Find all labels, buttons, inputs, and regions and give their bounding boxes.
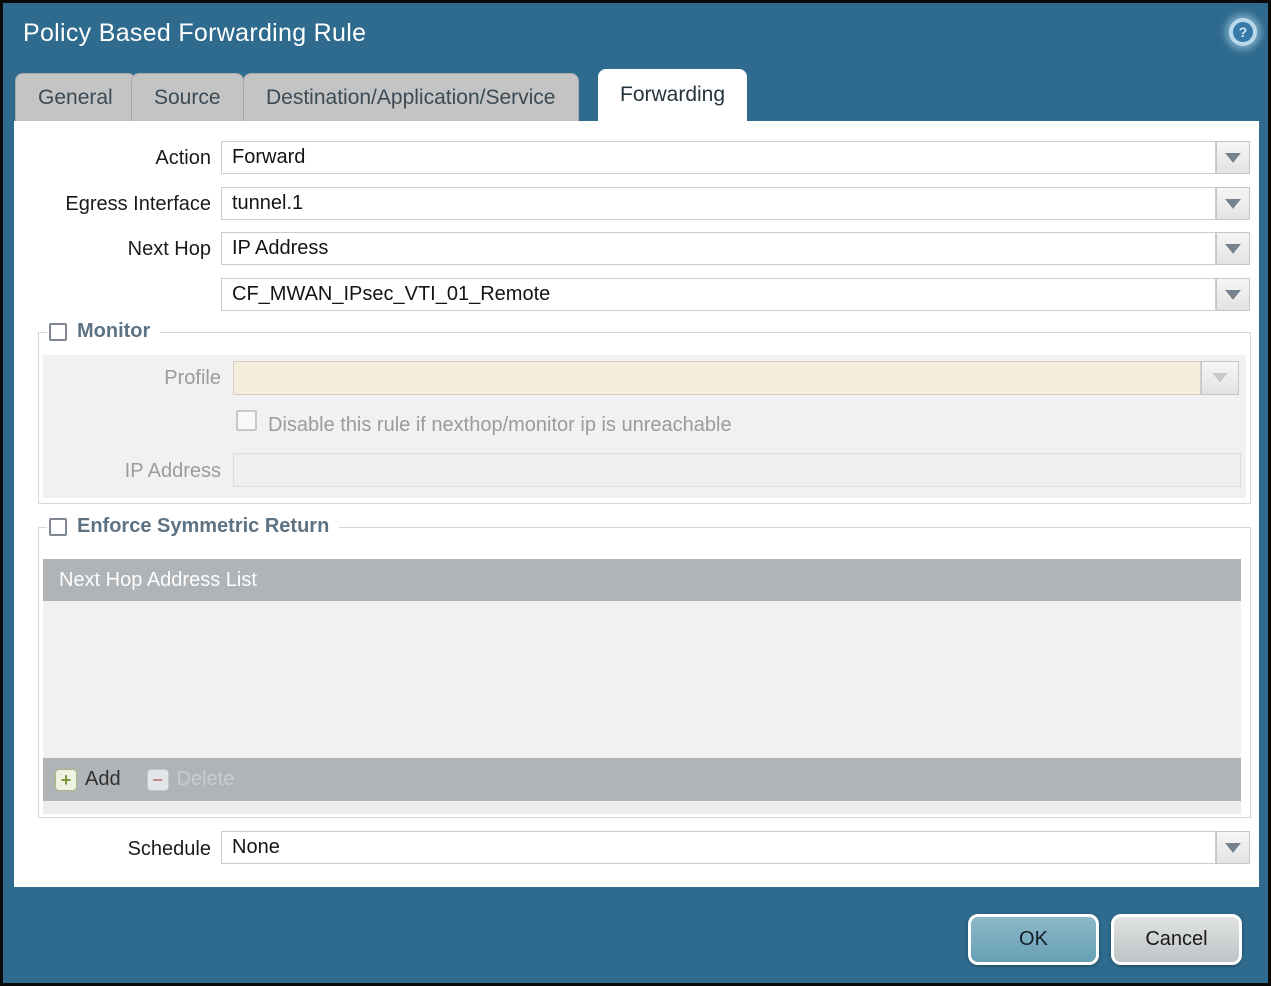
ok-button[interactable]: OK: [968, 914, 1099, 965]
schedule-dropdown-button[interactable]: [1216, 831, 1250, 864]
egress-interface-dropdown-button[interactable]: [1216, 187, 1250, 220]
policy-based-forwarding-rule-dialog: Policy Based Forwarding Rule ? General S…: [0, 0, 1271, 986]
tab-forwarding[interactable]: Forwarding: [598, 69, 748, 121]
chevron-down-icon: [1212, 373, 1228, 383]
tab-general[interactable]: General: [15, 73, 136, 121]
chevron-down-icon: [1225, 152, 1241, 163]
symmetric-return-checkbox[interactable]: [49, 517, 67, 536]
egress-interface-label: Egress Interface: [65, 193, 211, 215]
help-button[interactable]: ?: [1229, 18, 1257, 46]
profile-label: Profile: [164, 367, 221, 389]
disable-rule-checkbox: [236, 410, 257, 431]
egress-interface-select[interactable]: tunnel.1: [221, 187, 1216, 220]
action-label: Action: [155, 147, 211, 169]
next-hop-address-dropdown-button[interactable]: [1216, 278, 1250, 311]
profile-select: [233, 361, 1201, 395]
tab-source[interactable]: Source: [131, 73, 244, 121]
dialog-title: Policy Based Forwarding Rule: [23, 19, 367, 47]
help-icon: ?: [1233, 22, 1253, 42]
chevron-down-icon: [1225, 243, 1241, 254]
symmetric-return-legend: Enforce Symmetric Return: [47, 515, 340, 538]
monitor-legend: Monitor: [47, 320, 161, 343]
symmetric-return-legend-label: Enforce Symmetric Return: [77, 515, 330, 537]
table-bottom-strip: [43, 801, 1241, 814]
next-hop-select[interactable]: IP Address: [221, 232, 1216, 265]
next-hop-address-list-body[interactable]: [43, 601, 1241, 758]
chevron-down-icon: [1225, 289, 1241, 300]
next-hop-address-select[interactable]: CF_MWAN_IPsec_VTI_01_Remote: [221, 278, 1216, 311]
chevron-down-icon: [1225, 198, 1241, 209]
schedule-select[interactable]: None: [221, 831, 1216, 864]
next-hop-label: Next Hop: [127, 238, 211, 260]
monitor-legend-label: Monitor: [77, 320, 151, 342]
add-button[interactable]: + Add: [55, 768, 121, 791]
action-dropdown-button[interactable]: [1216, 141, 1250, 174]
next-hop-dropdown-button[interactable]: [1216, 232, 1250, 265]
profile-dropdown-button: [1201, 361, 1239, 395]
disable-rule-label: Disable this rule if nexthop/monitor ip …: [268, 414, 732, 436]
delete-button-label: Delete: [176, 768, 235, 790]
action-select[interactable]: Forward: [221, 141, 1216, 174]
chevron-down-icon: [1225, 842, 1241, 853]
next-hop-address-list-header: Next Hop Address List: [43, 559, 1241, 601]
delete-button: − Delete: [146, 768, 235, 791]
monitor-checkbox[interactable]: [49, 322, 67, 341]
minus-icon: −: [146, 768, 169, 791]
tab-destination-application-service[interactable]: Destination/Application/Service: [243, 73, 579, 121]
schedule-label: Schedule: [127, 838, 211, 860]
add-button-label: Add: [85, 768, 121, 790]
monitor-ip-address-input: [233, 453, 1241, 487]
cancel-button[interactable]: Cancel: [1111, 914, 1242, 965]
monitor-ip-address-label: IP Address: [124, 460, 221, 482]
next-hop-address-list-toolbar: + Add − Delete: [43, 758, 1241, 801]
plus-icon: +: [55, 768, 77, 791]
